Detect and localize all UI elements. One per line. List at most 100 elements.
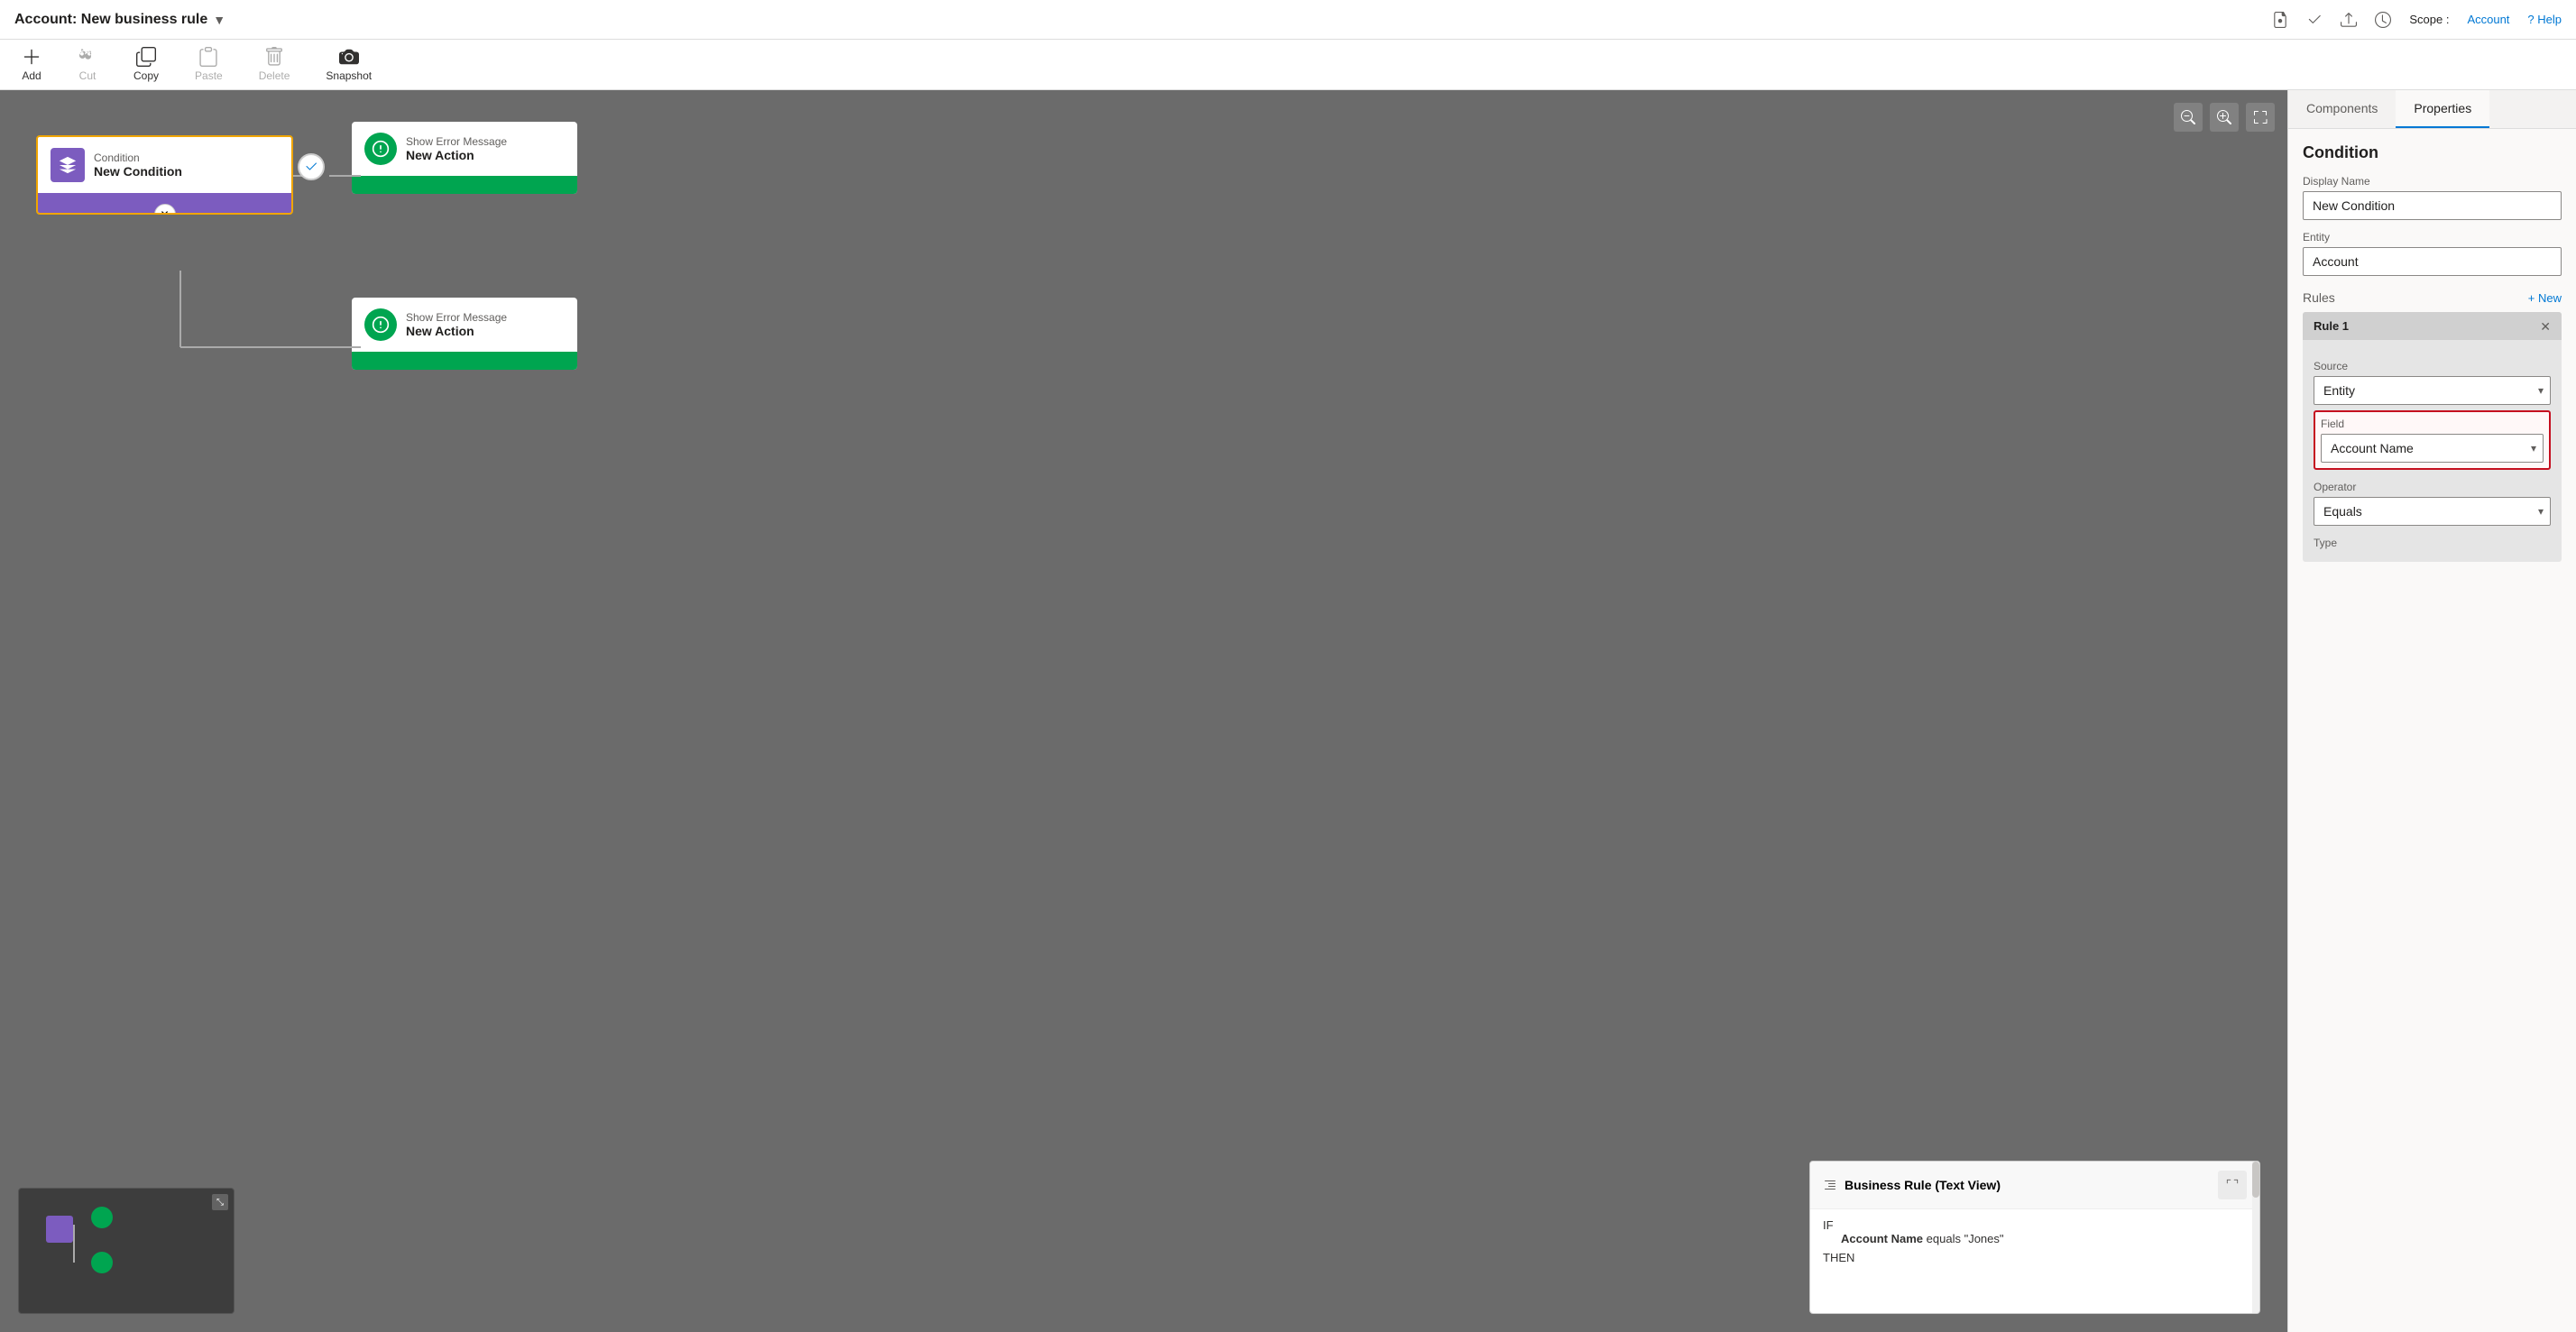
rule-1-card: Rule 1 ✕ Source Entity ▾ Field	[2303, 312, 2562, 562]
fit-view-button[interactable]	[2246, 103, 2275, 132]
publish-icon-btn[interactable]	[2341, 12, 2357, 28]
action-type-bottom: Show Error Message	[406, 311, 507, 324]
title-text: Account: New business rule	[14, 12, 207, 28]
action-node-top[interactable]: Show Error Message New Action	[352, 122, 577, 194]
cut-button: Cut	[70, 43, 105, 86]
rule-1-title: Rule 1	[2314, 319, 2349, 333]
entity-label: Entity	[2303, 231, 2562, 243]
canvas-area[interactable]: Condition New Condition ✕ Show Error Mes…	[0, 90, 2287, 1332]
scope-value[interactable]: Account	[2467, 13, 2509, 26]
panel-section-title: Condition	[2303, 143, 2562, 162]
rules-header: Rules + New	[2303, 290, 2562, 305]
mini-node-action1	[91, 1207, 113, 1228]
text-view-condition-line: Account Name equals "Jones"	[1823, 1232, 2247, 1245]
text-view-icon	[1823, 1178, 1837, 1192]
field-select-wrapper: Account Name ▾	[2321, 434, 2544, 463]
display-name-label: Display Name	[2303, 175, 2562, 188]
condition-field-name: Account Name	[1841, 1232, 1923, 1245]
rule-1-close-btn[interactable]: ✕	[2540, 320, 2551, 333]
snapshot-button[interactable]: Snapshot	[318, 43, 379, 86]
type-label: Type	[2314, 537, 2551, 549]
rule-1-body: Source Entity ▾ Field Account Name	[2303, 340, 2562, 562]
add-label: Add	[22, 69, 41, 82]
copy-label: Copy	[133, 69, 159, 82]
text-view-body: IF Account Name equals "Jones" THEN	[1810, 1209, 2259, 1273]
connector-lines	[0, 90, 2287, 1332]
action-name-top: New Action	[406, 148, 507, 162]
action-text-bottom: Show Error Message New Action	[406, 311, 507, 338]
text-view-scrollbar[interactable]	[2252, 1162, 2259, 1313]
action-icon-box-bottom	[364, 308, 397, 341]
field-row-highlighted: Field Account Name ▾	[2314, 410, 2551, 470]
title-bar-left: Account: New business rule ▼	[14, 12, 225, 28]
cut-label: Cut	[79, 69, 97, 82]
field-select[interactable]: Account Name	[2321, 434, 2544, 463]
main-layout: Condition New Condition ✕ Show Error Mes…	[0, 90, 2576, 1332]
canvas-controls	[2174, 103, 2275, 132]
delete-label: Delete	[259, 69, 290, 82]
text-view-title: Business Rule (Text View)	[1823, 1178, 2001, 1192]
rules-label: Rules	[2303, 290, 2335, 305]
source-select-wrapper: Entity ▾	[2314, 376, 2551, 405]
snapshot-label: Snapshot	[326, 69, 372, 82]
action-type-top: Show Error Message	[406, 135, 507, 148]
history-icon-btn[interactable]	[2375, 12, 2391, 28]
mini-map: ⤡	[18, 1188, 235, 1314]
text-view-panel: Business Rule (Text View) IF Account Nam…	[1809, 1161, 2260, 1314]
then-label: THEN	[1823, 1251, 1854, 1264]
text-view-title-text: Business Rule (Text View)	[1845, 1178, 2001, 1192]
zoom-in-button[interactable]	[2210, 103, 2239, 132]
entity-input[interactable]	[2303, 247, 2562, 276]
display-name-input[interactable]	[2303, 191, 2562, 220]
text-view-if-line: IF	[1823, 1218, 2247, 1232]
checkmark-badge	[298, 153, 325, 180]
action-footer-top	[352, 176, 577, 194]
condition-node-header: Condition New Condition	[38, 137, 291, 193]
source-label: Source	[2314, 360, 2551, 372]
mini-node-action2	[91, 1252, 113, 1273]
action-footer-bottom	[352, 352, 577, 370]
mini-connector-line	[73, 1225, 75, 1263]
zoom-out-button[interactable]	[2174, 103, 2203, 132]
condition-operator: equals "Jones"	[1927, 1232, 2004, 1245]
text-view-expand-btn[interactable]	[2218, 1171, 2247, 1199]
help-link[interactable]: ? Help	[2527, 13, 2562, 26]
title-chevron[interactable]: ▼	[213, 13, 225, 27]
if-label: IF	[1823, 1218, 1834, 1232]
panel-tabs: Components Properties	[2288, 90, 2576, 129]
condition-node[interactable]: Condition New Condition ✕	[36, 135, 293, 215]
condition-type-label: Condition	[94, 152, 182, 164]
save-icon-btn[interactable]	[2272, 12, 2288, 28]
text-view-then-line: THEN	[1823, 1251, 2247, 1264]
source-select[interactable]: Entity	[2314, 376, 2551, 405]
add-button[interactable]: Add	[14, 43, 49, 86]
action-node-top-header: Show Error Message New Action	[352, 122, 577, 176]
copy-button[interactable]: Copy	[126, 43, 166, 86]
title-bar: Account: New business rule ▼ Scope : Acc…	[0, 0, 2576, 40]
action-icon-box-top	[364, 133, 397, 165]
rule-1-header: Rule 1 ✕	[2303, 312, 2562, 340]
condition-name-label: New Condition	[94, 164, 182, 179]
paste-label: Paste	[195, 69, 223, 82]
scope-label: Scope :	[2409, 13, 2449, 26]
action-text-top: Show Error Message New Action	[406, 135, 507, 162]
field-label-inner: Field	[2321, 418, 2544, 430]
tab-components[interactable]: Components	[2288, 90, 2396, 128]
delete-button: Delete	[252, 43, 298, 86]
right-panel: Components Properties Condition Display …	[2287, 90, 2576, 1332]
panel-content: Condition Display Name Entity Rules + Ne…	[2288, 129, 2576, 583]
condition-text: Condition New Condition	[94, 152, 182, 179]
operator-select-wrapper: Equals ▾	[2314, 497, 2551, 526]
text-view-scroll-thumb	[2252, 1162, 2259, 1198]
check-icon-btn[interactable]	[2306, 12, 2323, 28]
condition-icon-box	[51, 148, 85, 182]
mini-map-expand-btn[interactable]: ⤡	[212, 1194, 228, 1210]
operator-select[interactable]: Equals	[2314, 497, 2551, 526]
mini-node-condition	[46, 1216, 73, 1243]
tab-properties[interactable]: Properties	[2396, 90, 2489, 128]
paste-button: Paste	[188, 43, 230, 86]
action-node-bottom[interactable]: Show Error Message New Action	[352, 298, 577, 370]
operator-label: Operator	[2314, 481, 2551, 493]
toolbar: Add Cut Copy Paste Delete Snapshot	[0, 40, 2576, 90]
new-rule-button[interactable]: + New	[2528, 291, 2562, 305]
